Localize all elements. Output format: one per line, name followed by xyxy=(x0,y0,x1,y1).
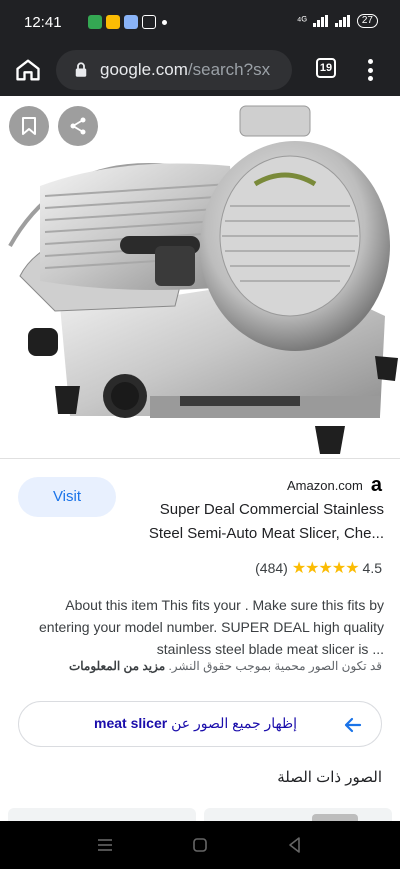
more-notifications-dot xyxy=(162,19,167,25)
star-rating-icon: ★★★★★ xyxy=(291,560,360,577)
rating-value: 4.5 xyxy=(362,560,382,576)
lock-icon xyxy=(75,62,87,77)
related-images-heading: الصور ذات الصلة xyxy=(277,769,382,786)
arrow-left-icon xyxy=(344,717,362,733)
runner-icon xyxy=(142,15,156,29)
more-menu-icon[interactable] xyxy=(360,56,380,84)
app-notification-icon xyxy=(88,15,102,29)
back-nav-icon[interactable] xyxy=(285,835,305,855)
browser-toolbar: google.com/search?sx 19 xyxy=(0,44,400,96)
share-image-button[interactable] xyxy=(58,106,98,146)
status-bar: 12:41 ⁴ᴳ 27 xyxy=(0,0,400,44)
title-line-1: Super Deal Commercial Stainless xyxy=(159,501,384,518)
product-image[interactable] xyxy=(0,96,400,456)
divider xyxy=(0,458,400,459)
see-all-images-prefix: إظهار جميع الصور عن xyxy=(171,715,297,731)
copyright-notice: قد تكون الصور محمية بموجب حقوق النشر. مز… xyxy=(69,659,382,673)
recent-apps-icon[interactable] xyxy=(95,835,115,855)
image-preview-panel: Amazon.com a Visit Super Deal Commercial… xyxy=(0,96,400,821)
related-image-thumbnail[interactable] xyxy=(8,808,196,821)
see-all-images-query: meat slicer xyxy=(94,715,168,731)
see-all-images-button[interactable]: إظهار جميع الصور عن meat slicer xyxy=(18,701,382,747)
home-icon[interactable] xyxy=(14,56,42,84)
source-row[interactable]: Amazon.com a xyxy=(287,474,382,497)
app-notification-icon xyxy=(106,15,120,29)
home-nav-icon[interactable] xyxy=(190,835,210,855)
review-count: (484) xyxy=(255,560,288,576)
network-type-label: ⁴ᴳ xyxy=(296,15,307,27)
source-name: Amazon.com xyxy=(287,478,363,493)
save-image-button[interactable] xyxy=(9,106,49,146)
signal-icon xyxy=(334,15,350,27)
tab-switcher-button[interactable]: 19 xyxy=(316,58,336,78)
notification-icons xyxy=(88,15,167,29)
rating-row: (484) ★★★★★ 4.5 xyxy=(255,558,382,578)
system-nav-bar xyxy=(0,821,400,869)
battery-icon: 27 xyxy=(356,14,378,28)
meat-slicer-image xyxy=(8,105,398,454)
amazon-logo-icon: a xyxy=(370,474,382,496)
app-notification-icon xyxy=(124,15,138,29)
title-line-2: Steel Semi-Auto Meat Slicer, Che... xyxy=(148,525,384,542)
related-image-thumbnail[interactable] xyxy=(204,808,392,821)
result-title[interactable]: Super Deal Commercial Stainless Steel Se… xyxy=(132,498,384,546)
result-description: About this item This fits your . Make su… xyxy=(39,597,384,657)
signal-icon xyxy=(312,15,328,27)
visit-button[interactable]: Visit xyxy=(18,477,116,517)
related-image-preview xyxy=(312,814,358,821)
status-time: 12:41 xyxy=(24,14,62,31)
url-domain: google.com xyxy=(100,60,188,79)
share-icon xyxy=(70,117,86,135)
see-all-images-label: إظهار جميع الصور عن meat slicer xyxy=(94,715,297,732)
url-path: /search?sx xyxy=(187,60,271,79)
learn-more-link[interactable]: مزيد من المعلومات xyxy=(69,659,165,673)
bookmark-icon xyxy=(22,117,36,135)
copyright-text: قد تكون الصور محمية بموجب حقوق النشر. xyxy=(168,659,382,673)
status-indicators: ⁴ᴳ 27 xyxy=(297,14,378,28)
address-bar[interactable]: google.com/search?sx xyxy=(56,50,292,90)
